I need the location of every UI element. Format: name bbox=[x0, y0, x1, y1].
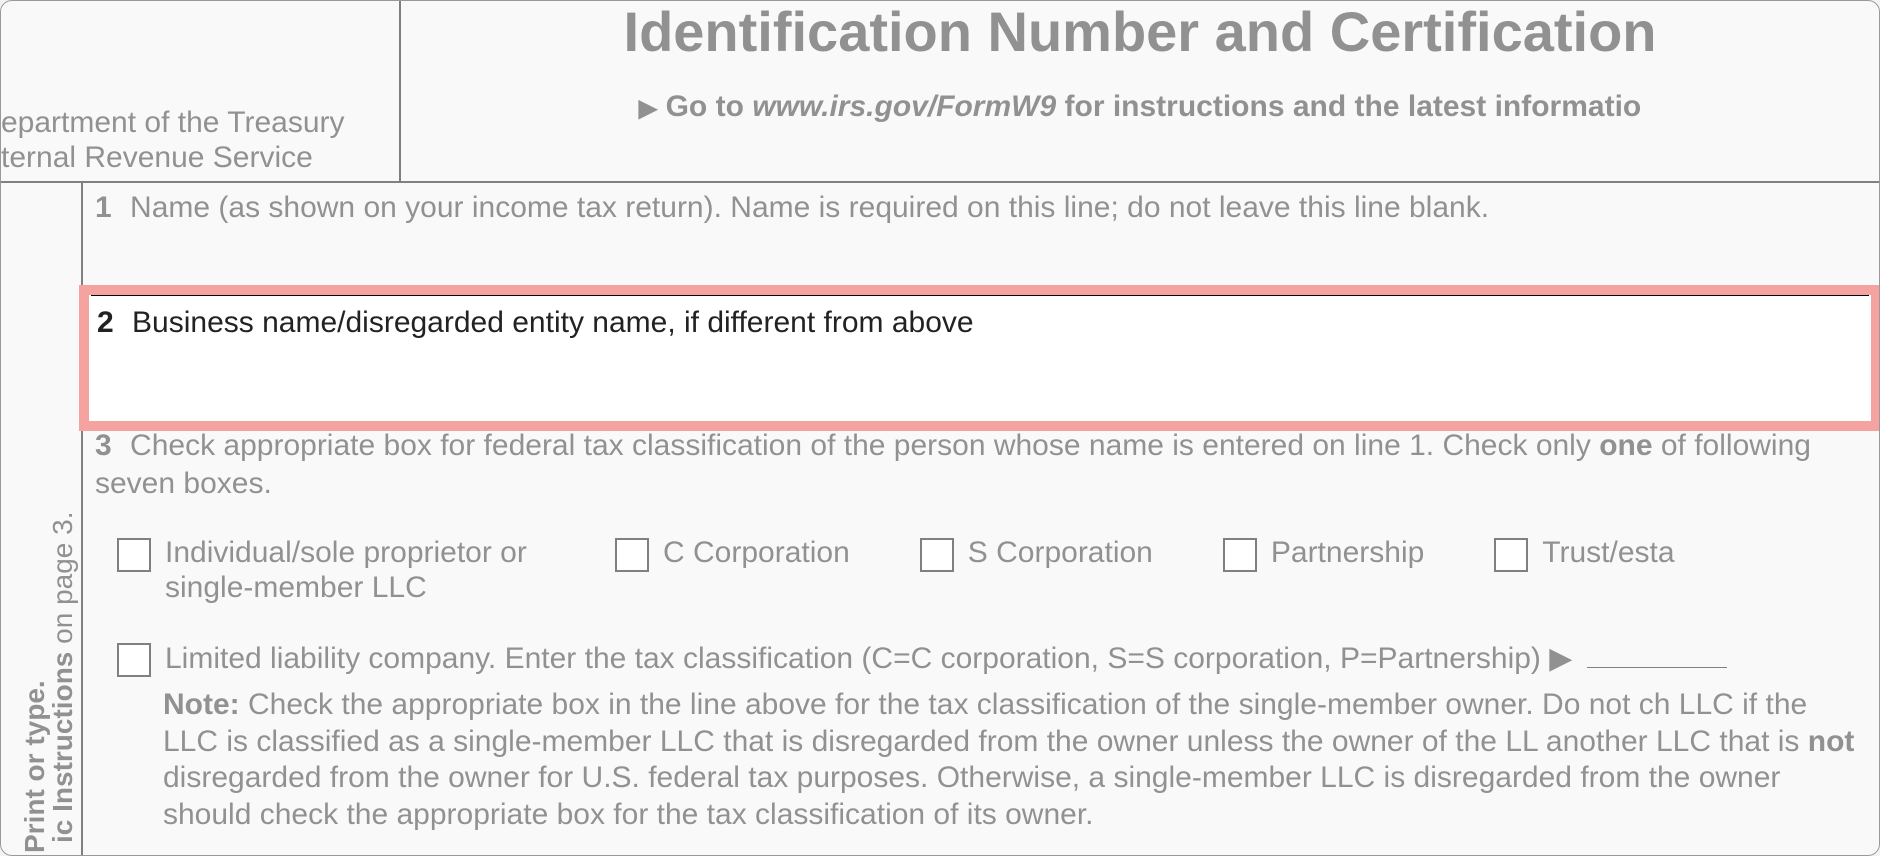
opt-trust-label: Trust/esta bbox=[1542, 536, 1674, 571]
checkbox-icon[interactable] bbox=[920, 538, 954, 572]
goto-suffix: for instructions and the latest informat… bbox=[1065, 90, 1642, 123]
form-header: orm W-9 epartment of the Treasury ternal… bbox=[1, 1, 1879, 183]
goto-prefix: Go to bbox=[666, 90, 744, 123]
side-label: Print or type. ic Instructions on page 3… bbox=[1, 183, 83, 856]
opt-partnership[interactable]: Partnership bbox=[1223, 536, 1424, 572]
line-3-text-a: Check appropriate box for federal tax cl… bbox=[130, 429, 1599, 462]
dept-line-2: ternal Revenue Service bbox=[1, 141, 399, 176]
triangle-icon: ▶ bbox=[639, 95, 657, 122]
form-w9-page: orm W-9 epartment of the Treasury ternal… bbox=[0, 0, 1880, 856]
line-2-number: 2 bbox=[97, 306, 114, 339]
line-2-text: Business name/disregarded entity name, i… bbox=[132, 306, 974, 339]
goto-url: www.irs.gov/FormW9 bbox=[752, 90, 1056, 123]
checkbox-icon[interactable] bbox=[1494, 538, 1528, 572]
opt-s-corp[interactable]: S Corporation bbox=[920, 536, 1153, 572]
checkbox-icon[interactable] bbox=[117, 643, 151, 677]
opt-llc[interactable]: Limited liability company. Enter the tax… bbox=[117, 641, 1867, 677]
line-3-number: 3 bbox=[95, 429, 112, 462]
opt-partnership-label: Partnership bbox=[1271, 536, 1424, 571]
line-1[interactable]: 1 Name (as shown on your income tax retu… bbox=[83, 183, 1879, 301]
opt-s-corp-label: S Corporation bbox=[968, 536, 1153, 571]
line-2-highlight[interactable]: 2 Business name/disregarded entity name,… bbox=[79, 285, 1880, 431]
checkbox-icon[interactable] bbox=[1223, 538, 1257, 572]
checkbox-icon[interactable] bbox=[117, 538, 151, 572]
opt-c-corp[interactable]: C Corporation bbox=[615, 536, 850, 572]
note-text-1: Check the appropriate box in the line ab… bbox=[163, 688, 1808, 758]
header-left: orm W-9 epartment of the Treasury ternal… bbox=[1, 1, 401, 181]
note-text-2: disregarded from the owner for U.S. fede… bbox=[163, 761, 1780, 831]
classification-options: Individual/sole proprietor or single-mem… bbox=[117, 536, 1867, 605]
line-3: 3 Check appropriate box for federal tax … bbox=[83, 419, 1879, 841]
goto-line: ▶ Go to www.irs.gov/FormW9 for instructi… bbox=[401, 90, 1879, 124]
checkbox-icon[interactable] bbox=[615, 538, 649, 572]
opt-llc-label: Limited liability company. Enter the tax… bbox=[165, 642, 1541, 675]
form-main: 1 Name (as shown on your income tax retu… bbox=[83, 183, 1879, 856]
form-title: Identification Number and Certification bbox=[401, 0, 1879, 64]
opt-c-corp-label: C Corporation bbox=[663, 536, 850, 571]
line-1-number: 1 bbox=[95, 191, 112, 224]
llc-note: Note: Check the appropriate box in the l… bbox=[163, 687, 1867, 833]
form-word: orm bbox=[1, 0, 53, 5]
side-instructions: ic Instructions on page 3. bbox=[47, 512, 79, 844]
dept-line-1: epartment of the Treasury bbox=[1, 106, 399, 141]
opt-individual-label: Individual/sole proprietor or single-mem… bbox=[165, 536, 545, 605]
opt-trust[interactable]: Trust/esta bbox=[1494, 536, 1674, 572]
line-3-one: one bbox=[1599, 429, 1652, 462]
line-1-text: Name (as shown on your income tax return… bbox=[130, 191, 1489, 224]
note-bold: Note: bbox=[163, 688, 240, 721]
llc-classification-input[interactable] bbox=[1587, 667, 1727, 668]
opt-individual[interactable]: Individual/sole proprietor or single-mem… bbox=[117, 536, 545, 605]
issuer: epartment of the Treasury ternal Revenue… bbox=[1, 106, 399, 181]
header-right: Identification Number and Certification … bbox=[401, 1, 1879, 181]
note-not: not bbox=[1808, 725, 1855, 758]
triangle-icon: ▶ bbox=[1549, 642, 1572, 675]
form-body: Print or type. ic Instructions on page 3… bbox=[1, 183, 1879, 856]
